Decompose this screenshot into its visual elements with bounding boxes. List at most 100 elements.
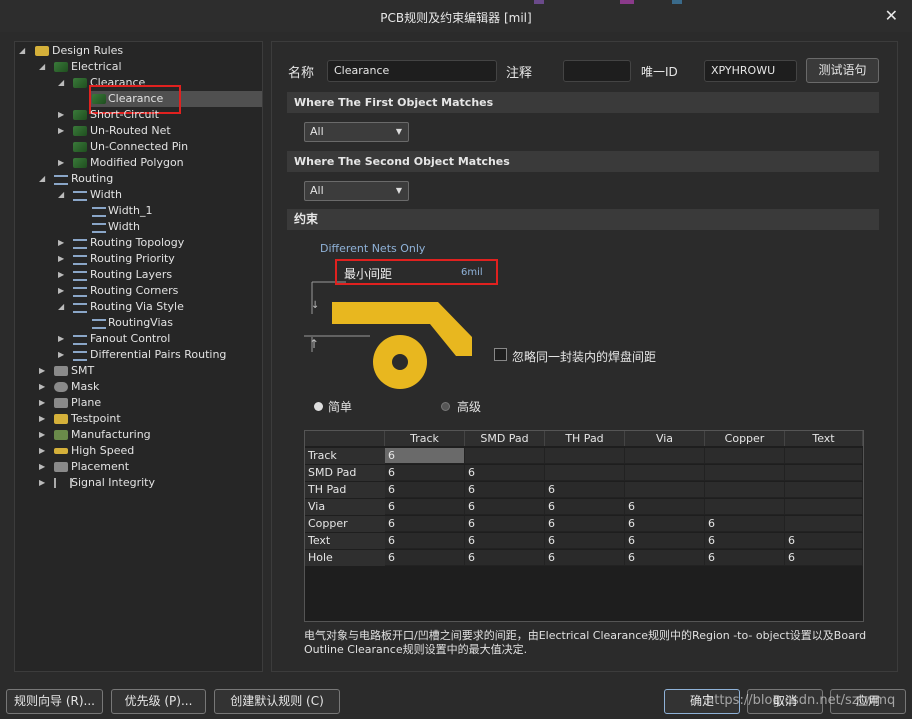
tree-item-routing-priority[interactable]: ▶ Routing Priority [15, 251, 262, 267]
expanded-arrow-icon[interactable]: ◢ [19, 43, 29, 59]
first-match-select[interactable]: All ▼ [304, 122, 409, 142]
tree-item-unrouted-net[interactable]: ▶ Un-Routed Net [15, 123, 262, 139]
tree-item-diff-pairs-routing[interactable]: ▶ Differential Pairs Routing [15, 347, 262, 363]
matrix-cell[interactable]: 6 [545, 499, 625, 515]
tree-item-high-speed[interactable]: ▶ High Speed [15, 443, 262, 459]
second-match-select[interactable]: All ▼ [304, 181, 409, 201]
mode-advanced-radio[interactable] [441, 402, 450, 411]
expanded-arrow-icon[interactable]: ◢ [39, 59, 49, 75]
matrix-cell[interactable]: 6 [385, 499, 465, 515]
tree-item-placement[interactable]: ▶ Placement [15, 459, 262, 475]
matrix-cell[interactable]: 6 [385, 550, 465, 566]
matrix-cell[interactable]: 6 [465, 516, 545, 532]
ignore-pad-checkbox[interactable] [494, 348, 507, 361]
tree-item-width[interactable]: ◢ Width [15, 187, 262, 203]
expanded-arrow-icon[interactable]: ◢ [58, 187, 68, 203]
collapsed-arrow-icon[interactable]: ▶ [58, 123, 68, 139]
expanded-arrow-icon[interactable]: ◢ [39, 171, 49, 187]
matrix-cell[interactable]: 6 [625, 533, 705, 549]
close-icon[interactable]: ✕ [885, 6, 898, 25]
test-query-button[interactable]: 测试语句 [806, 58, 879, 83]
matrix-cell[interactable]: 6 [625, 550, 705, 566]
tree-item-width-1[interactable]: Width_1 [15, 203, 262, 219]
cancel-button[interactable]: 取消 [747, 689, 823, 714]
rule-tree[interactable]: ◢ Design Rules ◢ Electrical ◢ Clearance … [14, 41, 263, 672]
tree-item-routing-layers[interactable]: ▶ Routing Layers [15, 267, 262, 283]
collapsed-arrow-icon[interactable]: ▶ [58, 155, 68, 171]
ok-button[interactable]: 确定 [664, 689, 740, 714]
collapsed-arrow-icon[interactable]: ▶ [39, 363, 49, 379]
tree-item-width-rule[interactable]: Width [15, 219, 262, 235]
expanded-arrow-icon[interactable]: ◢ [58, 75, 68, 91]
collapsed-arrow-icon[interactable]: ▶ [58, 267, 68, 283]
comment-field[interactable] [563, 60, 631, 82]
matrix-cell[interactable]: 6 [465, 550, 545, 566]
min-clearance-value[interactable]: 6mil [461, 267, 483, 278]
matrix-cell[interactable]: 6 [465, 533, 545, 549]
tree-item-signal-integrity[interactable]: ▶ Signal Integrity [15, 475, 262, 491]
tree-item-testpoint[interactable]: ▶ Testpoint [15, 411, 262, 427]
matrix-cell[interactable]: 6 [705, 516, 785, 532]
matrix-cell[interactable]: 6 [545, 550, 625, 566]
ignore-pad-label: 忽略同一封装内的焊盘间距 [512, 350, 657, 364]
first-match-value: All [310, 125, 324, 138]
nets-scope-link[interactable]: Different Nets Only [320, 242, 425, 255]
collapsed-arrow-icon[interactable]: ▶ [58, 347, 68, 363]
matrix-cell[interactable]: 6 [625, 516, 705, 532]
collapsed-arrow-icon[interactable]: ▶ [58, 251, 68, 267]
collapsed-arrow-icon[interactable]: ▶ [58, 235, 68, 251]
matrix-cell[interactable]: 6 [705, 533, 785, 549]
matrix-cell[interactable]: 6 [545, 533, 625, 549]
collapsed-arrow-icon[interactable]: ▶ [58, 283, 68, 299]
tree-item-plane[interactable]: ▶ Plane [15, 395, 262, 411]
expanded-arrow-icon[interactable]: ◢ [58, 299, 68, 315]
collapsed-arrow-icon[interactable]: ▶ [39, 395, 49, 411]
matrix-cell[interactable]: 6 [465, 499, 545, 515]
apply-button[interactable]: 应用 [830, 689, 906, 714]
collapsed-arrow-icon[interactable]: ▶ [39, 427, 49, 443]
tree-item-fanout-control[interactable]: ▶ Fanout Control [15, 331, 262, 347]
matrix-cell-empty [785, 516, 863, 532]
tree-item-mask[interactable]: ▶ Mask [15, 379, 262, 395]
collapsed-arrow-icon[interactable]: ▶ [39, 443, 49, 459]
matrix-cell[interactable]: 6 [705, 550, 785, 566]
tree-item-unconnected-pin[interactable]: Un-Connected Pin [15, 139, 262, 155]
tree-item-routing[interactable]: ◢ Routing [15, 171, 262, 187]
unconnected-pin-icon [73, 142, 87, 152]
collapsed-arrow-icon[interactable]: ▶ [58, 107, 68, 123]
tree-item-routing-corners[interactable]: ▶ Routing Corners [15, 283, 262, 299]
matrix-cell[interactable]: 6 [465, 465, 545, 481]
collapsed-arrow-icon[interactable]: ▶ [39, 379, 49, 395]
collapsed-arrow-icon[interactable]: ▶ [39, 475, 49, 491]
matrix-cell[interactable]: 6 [625, 499, 705, 515]
tree-item-electrical[interactable]: ◢ Electrical [15, 59, 262, 75]
tree-item-routing-via-style[interactable]: ◢ Routing Via Style [15, 299, 262, 315]
matrix-cell[interactable]: 6 [385, 465, 465, 481]
tree-item-routing-topology[interactable]: ▶ Routing Topology [15, 235, 262, 251]
collapsed-arrow-icon[interactable]: ▶ [39, 459, 49, 475]
tree-item-manufacturing[interactable]: ▶ Manufacturing [15, 427, 262, 443]
matrix-cell[interactable]: 6 [545, 516, 625, 532]
collapsed-arrow-icon[interactable]: ▶ [39, 411, 49, 427]
matrix-cell[interactable]: 6 [385, 533, 465, 549]
uid-field[interactable]: XPYHROWU [704, 60, 797, 82]
priority-button[interactable]: 优先级 (P)... [111, 689, 206, 714]
mode-simple-radio[interactable] [314, 402, 323, 411]
tree-item-short-circuit[interactable]: ▶ Short-Circuit [15, 107, 262, 123]
tree-item-design-rules[interactable]: ◢ Design Rules [15, 43, 262, 59]
rule-wizard-button[interactable]: 规则向导 (R)... [6, 689, 103, 714]
matrix-cell[interactable]: 6 [545, 482, 625, 498]
tree-item-modified-polygon[interactable]: ▶ Modified Polygon [15, 155, 262, 171]
matrix-row-label: Text [305, 533, 385, 549]
tree-item-routing-vias[interactable]: RoutingVias [15, 315, 262, 331]
matrix-cell[interactable]: 6 [465, 482, 545, 498]
matrix-cell[interactable]: 6 [785, 533, 863, 549]
matrix-cell[interactable]: 6 [785, 550, 863, 566]
matrix-cell[interactable]: 6 [385, 482, 465, 498]
create-default-rules-button[interactable]: 创建默认规则 (C) [214, 689, 340, 714]
tree-item-smt[interactable]: ▶ SMT [15, 363, 262, 379]
matrix-cell[interactable]: 6 [385, 448, 465, 464]
name-field[interactable]: Clearance [327, 60, 497, 82]
collapsed-arrow-icon[interactable]: ▶ [58, 331, 68, 347]
matrix-cell[interactable]: 6 [385, 516, 465, 532]
